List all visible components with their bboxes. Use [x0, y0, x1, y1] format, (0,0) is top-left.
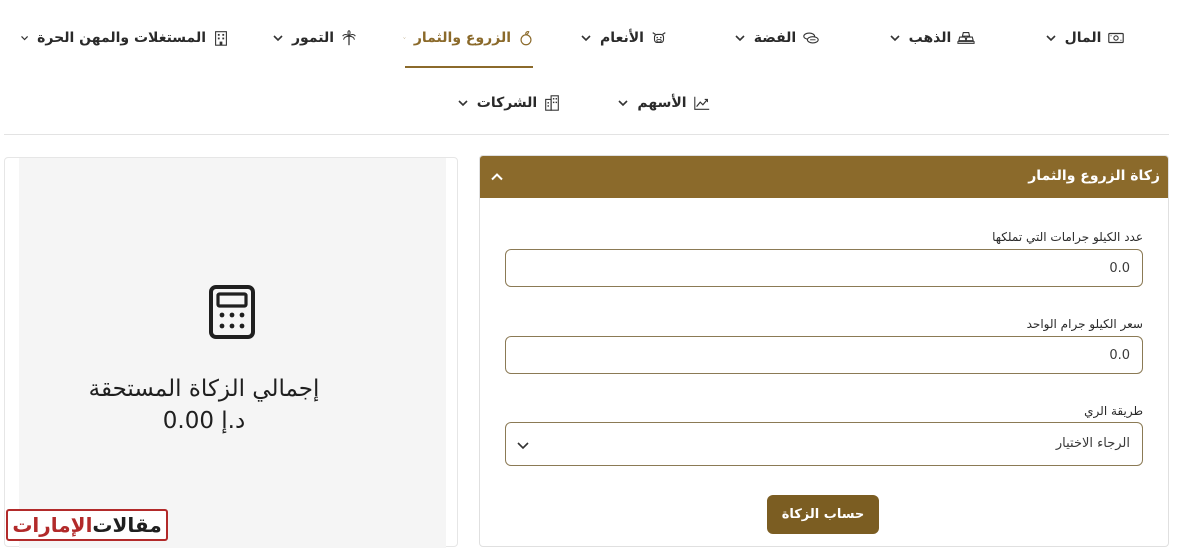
price-input[interactable]	[505, 336, 1143, 374]
watermark-logo: مقالات الإمارات	[6, 509, 168, 541]
nav-item-exploitations[interactable]: المستغلات والمهن الحرة	[20, 8, 230, 68]
nav-label: الزروع والثمار	[413, 30, 511, 46]
chevron-down-icon	[1045, 35, 1056, 42]
watermark-text-1: مقالات	[92, 513, 162, 537]
result-card: إجمالي الزكاة المستحقة 0.00 د.إ	[4, 157, 458, 548]
active-tab-indicator	[405, 66, 533, 68]
divider	[4, 134, 1169, 135]
nav-label: الأنعام	[600, 30, 644, 46]
nav-label: الأسهم	[637, 95, 687, 111]
livestock-icon	[650, 29, 668, 47]
calculate-zakat-button[interactable]: حساب الزكاة	[767, 495, 879, 534]
nav-item-money[interactable]: المال	[1040, 8, 1130, 68]
result-title: إجمالي الزكاة المستحقة	[88, 376, 320, 402]
companies-icon	[543, 94, 561, 112]
chevron-down-icon	[403, 37, 406, 39]
irrigation-select[interactable]: الرجاء الاختيار	[505, 422, 1143, 466]
accordion-header[interactable]: زكاة الزروع والثمار	[480, 156, 1168, 198]
money-icon	[1107, 29, 1125, 47]
result-panel: إجمالي الزكاة المستحقة 0.00 د.إ	[19, 158, 446, 548]
chevron-down-icon	[618, 100, 628, 107]
nav-item-companies[interactable]: الشركات	[456, 73, 562, 133]
stocks-chart-icon	[693, 94, 711, 112]
crops-icon	[517, 29, 535, 47]
chevron-down-icon	[517, 442, 529, 450]
nav-label: المستغلات والمهن الحرة	[37, 30, 206, 46]
collapse-button[interactable]	[486, 166, 508, 188]
silver-coins-icon	[802, 29, 820, 47]
form-title: زكاة الزروع والثمار	[1028, 168, 1160, 184]
nav-label: التمور	[292, 30, 334, 46]
select-value: الرجاء الاختيار	[1055, 436, 1130, 451]
nav-item-crops[interactable]: الزروع والثمار	[403, 8, 535, 68]
watermark-text-2: الإمارات	[12, 513, 93, 537]
nav-item-gold[interactable]: الذهب	[882, 8, 982, 68]
chevron-down-icon	[21, 36, 29, 41]
chevron-down-icon	[458, 100, 468, 107]
price-label: سعر الكيلو جرام الواحد	[1026, 317, 1143, 331]
nav-label: المال	[1064, 30, 1102, 46]
nav-item-stocks[interactable]: الأسهم	[614, 73, 714, 133]
chevron-down-icon	[581, 35, 591, 42]
kilos-label: عدد الكيلو جرامات التي تملكها	[992, 230, 1143, 244]
calculator-icon	[209, 285, 255, 339]
irrigation-label: طريقة الري	[1084, 404, 1143, 418]
zakat-total-amount: 0.00 د.إ	[162, 408, 246, 434]
kilos-input[interactable]	[505, 249, 1143, 287]
palm-tree-icon	[340, 29, 358, 47]
nav-label: الذهب	[908, 30, 952, 46]
nav-item-silver[interactable]: الفضة	[730, 8, 824, 68]
nav-label: الفضة	[753, 30, 797, 46]
gold-bars-icon	[957, 29, 975, 47]
building-icon	[212, 29, 230, 47]
chevron-down-icon	[273, 35, 283, 42]
chevron-down-icon	[735, 35, 745, 42]
crops-zakat-form: زكاة الزروع والثمار عدد الكيلو جرامات ال…	[479, 155, 1169, 547]
chevron-up-icon	[491, 173, 503, 181]
nav-item-dates[interactable]: التمور	[270, 8, 360, 68]
nav-item-livestock[interactable]: الأنعام	[574, 8, 674, 68]
chevron-down-icon	[890, 35, 900, 42]
nav-label: الشركات	[476, 95, 538, 111]
